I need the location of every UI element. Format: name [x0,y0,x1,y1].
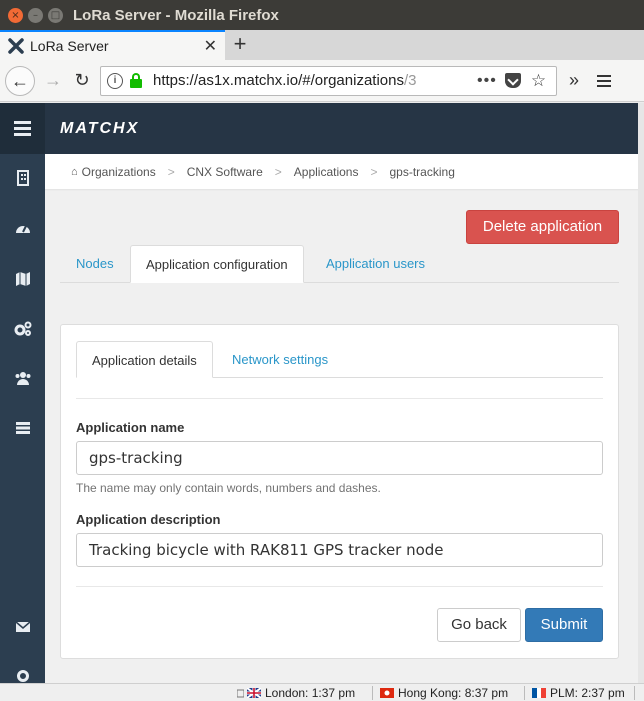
hongkong-flag-icon [380,688,394,698]
clock-hongkong: Hong Kong: 8:37 pm [380,685,508,701]
dashboard-icon[interactable] [0,221,45,239]
forward-button[interactable]: → [38,70,68,91]
app-logo-text: MATCHX [60,119,140,137]
page-actions-icon[interactable]: ••• [477,72,497,90]
application-name-label: Application name [76,420,185,435]
bookmark-star-icon[interactable]: ☆ [531,71,546,91]
home-icon: ⌂ [71,165,78,178]
window-title: LoRa Server - Mozilla Firefox [73,6,279,24]
breadcrumb-separator: > [274,164,282,179]
hamburger-menu-icon[interactable] [597,74,612,87]
page-scrollbar[interactable] [638,103,644,683]
browser-navbar: ← → ↻ i https://as1x.matchx.io/#/organiz… [0,60,644,102]
clock-plm: PLM: 2:37 pm [532,685,625,701]
browser-tab[interactable]: LoRa Server ✕ [0,30,225,60]
window-titlebar: × – □ LoRa Server - Mozilla Firefox [0,0,644,30]
overflow-chevron-icon[interactable]: » [569,70,579,91]
server-icon[interactable] [0,421,45,439]
matchx-logo-icon [8,38,24,54]
clock-plm-text: PLM: 2:37 pm [550,686,625,700]
sidebar-menu-icon[interactable] [14,121,31,136]
go-back-button[interactable]: Go back [437,608,521,642]
uk-flag-icon [247,688,261,698]
submit-button[interactable]: Submit [525,608,603,642]
breadcrumb-applications[interactable]: Applications [294,165,359,179]
clock-hongkong-text: Hong Kong: 8:37 pm [398,686,509,700]
tab-close-icon[interactable]: ✕ [204,36,217,56]
reload-button[interactable]: ↻ [68,70,96,91]
tab-nodes[interactable]: Nodes [76,245,114,283]
clock-london: London: 1:37 pm [237,685,355,701]
window-minimize-button[interactable]: – [28,7,43,23]
divider [524,686,525,700]
delete-application-button[interactable]: Delete application [466,210,619,244]
sidebar-toggle[interactable] [0,103,45,154]
clock-london-text: London: 1:37 pm [265,686,356,700]
divider [76,586,603,587]
breadcrumb-organizations[interactable]: Organizations [82,165,156,179]
france-flag-icon [532,688,546,698]
tab-network-settings[interactable]: Network settings [232,341,328,378]
breadcrumb-current: gps-tracking [389,164,455,179]
application-name-help: The name may only contain words, numbers… [76,481,381,495]
pocket-icon[interactable] [504,73,521,88]
application-tabs: Nodes Application configuration Applicat… [60,245,619,283]
status-icon [237,689,244,698]
url-bar[interactable]: i https://as1x.matchx.io/#/organizations… [100,65,557,96]
divider [372,686,373,700]
browser-tab-title: LoRa Server [30,38,109,54]
app-sidebar [0,103,45,683]
map-icon[interactable] [0,271,45,291]
divider [634,686,635,700]
status-bar: London: 1:37 pm Hong Kong: 8:37 pm PLM: … [0,683,644,701]
tab-application-details[interactable]: Application details [76,341,213,378]
window-maximize-button[interactable]: □ [48,7,63,23]
new-tab-button[interactable]: + [225,30,255,60]
browser-tabstrip: LoRa Server ✕ + [0,30,644,60]
form-subtabs: Application details Network settings [76,341,603,378]
app-header: MATCHX [45,103,638,154]
main-content: Delete application Nodes Application con… [45,191,638,683]
breadcrumb: ⌂ Organizations > CNX Software > Applica… [45,154,638,190]
app-logo[interactable]: MATCHX [60,120,139,138]
building-icon[interactable] [0,170,45,190]
back-button[interactable]: ← [5,65,35,96]
info-icon[interactable]: i [107,72,123,89]
lock-icon [129,72,143,89]
application-description-label: Application description [76,512,221,527]
application-description-input[interactable]: Tracking bicycle with RAK811 GPS tracker… [76,533,603,567]
url-dim: /3 [403,72,417,89]
breadcrumb-separator: > [370,164,378,179]
gears-icon[interactable] [0,321,45,341]
application-name-input[interactable]: gps-tracking [76,441,603,475]
url-text[interactable]: https://as1x.matchx.io/#/organizations/3 [153,72,471,89]
breadcrumb-separator: > [167,164,175,179]
envelope-icon[interactable] [0,620,45,637]
divider [76,398,603,399]
application-form-panel: Application details Network settings App… [60,324,619,659]
tab-application-users[interactable]: Application users [326,245,425,283]
window-close-button[interactable]: × [8,7,23,23]
tab-application-configuration[interactable]: Application configuration [130,245,304,283]
url-main: https://as1x.matchx.io/#/organizations [153,72,404,89]
users-icon[interactable] [0,371,45,389]
breadcrumb-organization[interactable]: CNX Software [187,165,263,179]
